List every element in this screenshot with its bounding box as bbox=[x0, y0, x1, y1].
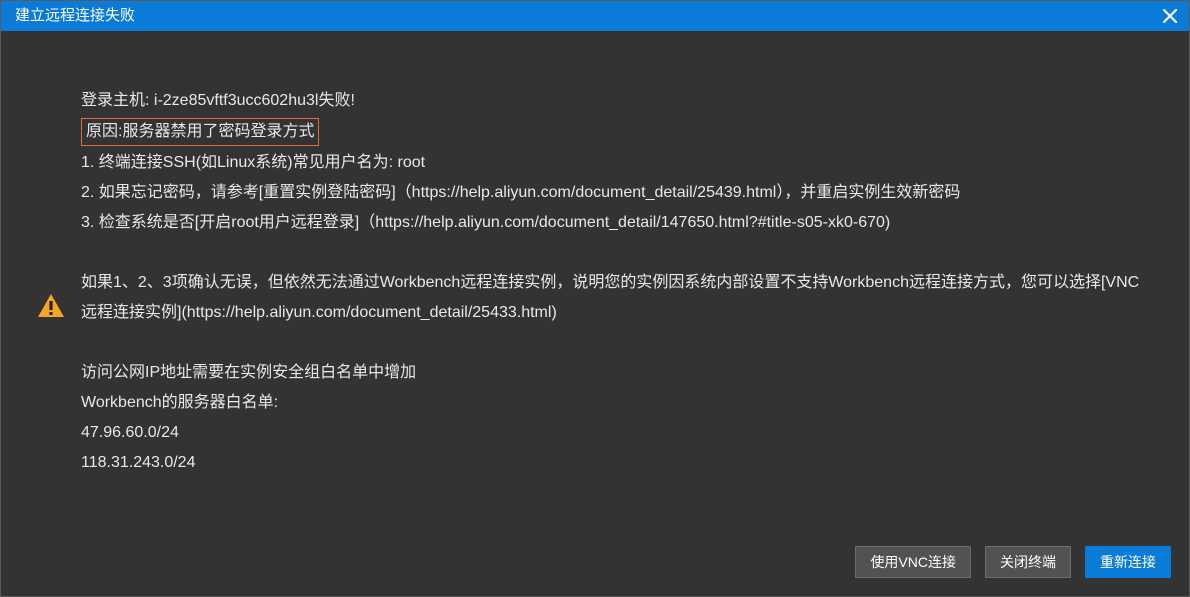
error-dialog: 建立远程连接失败 登录主机: i-2ze85vftf3ucc602hu3l失败!… bbox=[0, 0, 1190, 597]
login-fail-line: 登录主机: i-2ze85vftf3ucc602hu3l失败! bbox=[81, 86, 1149, 116]
dialog-title: 建立远程连接失败 bbox=[15, 1, 135, 31]
security-group-line-2: Workbench的服务器白名单: bbox=[81, 388, 1149, 418]
paragraph-vnc-suggestion: 如果1、2、3项确认无误，但依然无法通过Workbench远程连接实例，说明您的… bbox=[81, 268, 1149, 328]
use-vnc-button[interactable]: 使用VNC连接 bbox=[855, 546, 971, 578]
whitelist-ip-2: 118.31.243.0/24 bbox=[81, 448, 1149, 478]
tip-1: 1. 终端连接SSH(如Linux系统)常见用户名为: root bbox=[81, 148, 1149, 178]
security-group-line-1: 访问公网IP地址需要在实例安全组白名单中增加 bbox=[81, 358, 1149, 388]
whitelist-ip-1: 47.96.60.0/24 bbox=[81, 418, 1149, 448]
tip-2: 2. 如果忘记密码，请参考[重置实例登陆密码]（https://help.ali… bbox=[81, 178, 1149, 208]
reason-highlight: 原因:服务器禁用了密码登录方式 bbox=[81, 118, 319, 146]
reconnect-button[interactable]: 重新连接 bbox=[1085, 546, 1171, 578]
close-icon[interactable] bbox=[1163, 9, 1177, 23]
dialog-titlebar: 建立远程连接失败 bbox=[1, 1, 1189, 31]
message-text: 登录主机: i-2ze85vftf3ucc602hu3l失败! 原因:服务器禁用… bbox=[81, 86, 1149, 526]
dialog-footer: 使用VNC连接 关闭终端 重新连接 bbox=[1, 546, 1189, 596]
icon-column bbox=[21, 86, 81, 526]
close-terminal-button[interactable]: 关闭终端 bbox=[985, 546, 1071, 578]
dialog-body: 登录主机: i-2ze85vftf3ucc602hu3l失败! 原因:服务器禁用… bbox=[1, 31, 1189, 546]
warning-icon bbox=[37, 292, 65, 320]
tip-3: 3. 检查系统是否[开启root用户远程登录]（https://help.ali… bbox=[81, 208, 1149, 238]
